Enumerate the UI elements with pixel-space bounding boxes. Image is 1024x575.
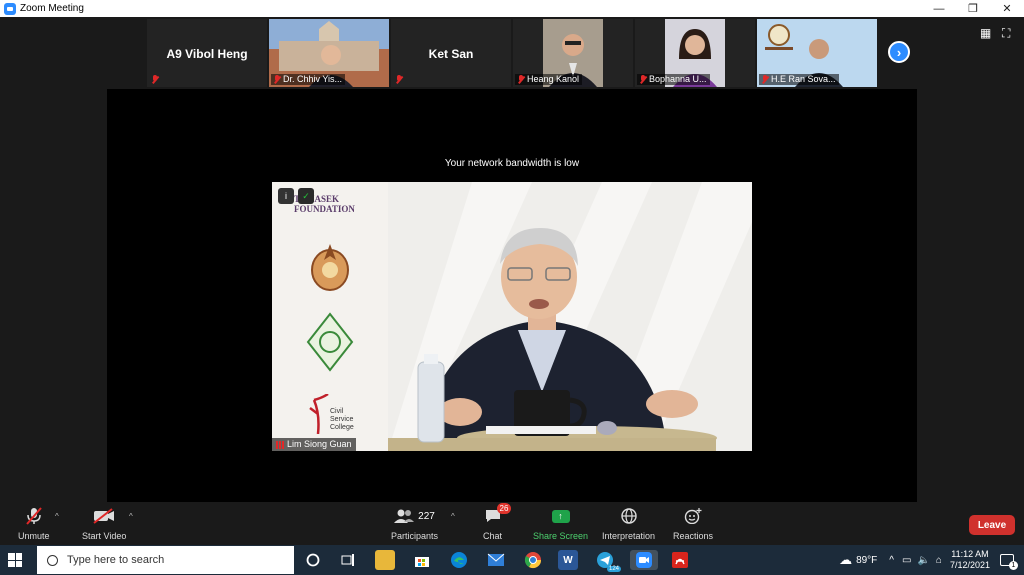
task-view-icon[interactable] [338, 550, 358, 570]
weather-temperature[interactable]: 89°F [856, 555, 877, 566]
store-icon[interactable] [412, 550, 432, 570]
speaker-name: Lim Siong Guan [287, 439, 352, 449]
participant-name: Dr. Chhiv Yis... [283, 74, 343, 84]
participant-tile[interactable]: Bophanna U... [635, 19, 755, 87]
participant-name: Bophanna U... [649, 74, 707, 84]
participant-status [393, 74, 406, 85]
participants-options-caret[interactable]: ^ [451, 512, 455, 521]
battery-icon[interactable]: ▭ [902, 555, 911, 566]
chrome-icon[interactable] [523, 550, 543, 570]
network-icon[interactable]: ⌂ [936, 555, 942, 566]
notification-center-icon[interactable]: 1 [1000, 554, 1018, 570]
participant-tile[interactable]: A9 Vibol Heng [147, 19, 267, 87]
speaker-video: TEMASEK FOUNDATION Civil Service College… [272, 182, 752, 451]
chat-unread-badge: 26 [496, 503, 512, 514]
bandwidth-warning: Your network bandwidth is low [444, 158, 580, 169]
unmute-button[interactable]: Unmute [18, 506, 50, 541]
mail-icon[interactable] [486, 550, 506, 570]
search-icon [47, 554, 58, 566]
reactions-button[interactable]: Reactions [673, 506, 713, 541]
restore-button[interactable]: ❐ [956, 0, 990, 17]
volume-icon[interactable]: 🔈 [917, 555, 929, 566]
zoom-taskbar-icon[interactable] [630, 550, 658, 570]
active-speaker-area: Your network bandwidth is low TEMASEK FO… [107, 89, 917, 503]
chat-icon: 26 [485, 503, 512, 526]
fullscreen-icon[interactable]: ⛶ [1002, 27, 1014, 39]
school-seal-logo [306, 312, 354, 372]
window-title: Zoom Meeting [20, 3, 84, 14]
participants-button[interactable]: 227 Participants [391, 506, 438, 541]
video-off-icon [93, 506, 115, 526]
close-button[interactable]: ✕ [990, 0, 1024, 17]
video-options-caret[interactable]: ^ [129, 512, 133, 521]
share-screen-icon: ↑ [551, 506, 570, 526]
interpretation-button[interactable]: Interpretation [602, 506, 655, 541]
participant-gallery-strip: A9 Vibol Heng Dr. Chhiv Yis... Ket San H… [147, 19, 877, 87]
chat-button[interactable]: 26 Chat [483, 503, 512, 541]
sponsor-logos-panel: TEMASEK FOUNDATION Civil Service College [272, 182, 388, 451]
csc-figure-icon [309, 394, 329, 434]
edge-browser-icon[interactable] [449, 550, 469, 570]
participant-name-tag: H.E Ran Sova... [759, 74, 839, 85]
zoom-app-icon [4, 2, 16, 15]
participant-name: Heang Kanol [527, 74, 580, 84]
participant-tile[interactable]: H.E Ran Sova... [757, 19, 877, 87]
meeting-stage: A9 Vibol Heng Dr. Chhiv Yis... Ket San H… [0, 17, 1024, 503]
telegram-unread-badge: 124 [606, 566, 621, 572]
title-bar: Zoom Meeting — ❐ ✕ [0, 0, 1024, 17]
windows-taskbar: Type here to search W 124 ☁ 89°F ^ ▭ 🔈 ⌂… [0, 545, 1024, 575]
word-icon[interactable]: W [558, 550, 578, 570]
leave-meeting-button[interactable]: Leave [969, 515, 1015, 535]
mic-muted-icon [639, 75, 647, 84]
taskbar-clock[interactable]: 11:12 AM 7/12/2021 [950, 549, 990, 571]
participant-name: A9 Vibol Heng [166, 47, 248, 61]
participant-tile[interactable]: Dr. Chhiv Yis... [269, 19, 389, 87]
speaker-name-tag: Lim Siong Guan [272, 438, 356, 451]
globe-icon [620, 506, 637, 526]
participant-tile[interactable]: Ket San [391, 19, 511, 87]
audio-options-caret[interactable]: ^ [55, 512, 59, 521]
taskbar-search-box[interactable]: Type here to search [37, 546, 294, 574]
encryption-shield-icon[interactable]: ✓ [298, 188, 314, 204]
smiley-plus-icon [684, 506, 702, 526]
participant-name-tag: Dr. Chhiv Yis... [271, 74, 346, 85]
share-screen-button[interactable]: ↑ Share Screen [533, 506, 588, 541]
cortana-icon[interactable] [303, 550, 323, 570]
mic-muted-icon [761, 75, 769, 84]
meeting-info-icon[interactable]: i [278, 188, 294, 204]
mic-muted-icon [151, 75, 159, 84]
participant-name-tag: Bophanna U... [637, 74, 710, 85]
next-page-chevron-icon[interactable]: › [888, 41, 910, 63]
minimize-button[interactable]: — [922, 0, 956, 17]
windows-start-icon[interactable] [8, 553, 22, 567]
file-explorer-icon[interactable] [375, 550, 395, 570]
participants-count: 227 [418, 510, 435, 522]
mic-muted-icon [25, 506, 42, 526]
mic-muted-icon [517, 75, 525, 84]
participant-status [149, 74, 162, 85]
participants-icon: 227 [394, 506, 435, 526]
participant-name-tag: Heang Kanol [515, 74, 583, 85]
participant-name: Ket San [428, 47, 474, 61]
grid-view-icon[interactable]: ▦ [980, 27, 992, 39]
mic-muted-icon [395, 75, 403, 84]
start-video-button[interactable]: Start Video [82, 506, 126, 541]
system-tray: ☁ 89°F ^ ▭ 🔈 ⌂ 11:12 AM 7/12/2021 1 [839, 545, 1024, 575]
telegram-icon[interactable]: 124 [595, 550, 621, 572]
weather-cloud-icon[interactable]: ☁ [839, 552, 852, 568]
participant-name: H.E Ran Sova... [771, 74, 836, 84]
meeting-toolbar: Unmute ^ Start Video ^ 227 Participants … [0, 502, 1024, 545]
show-hidden-icons-icon[interactable]: ^ [889, 555, 894, 566]
mic-muted-icon [273, 75, 281, 84]
participant-tile[interactable]: Heang Kanol [513, 19, 633, 87]
audio-level-icon [276, 440, 284, 449]
acrobat-icon[interactable] [670, 550, 690, 570]
emblem-logo [311, 244, 349, 291]
